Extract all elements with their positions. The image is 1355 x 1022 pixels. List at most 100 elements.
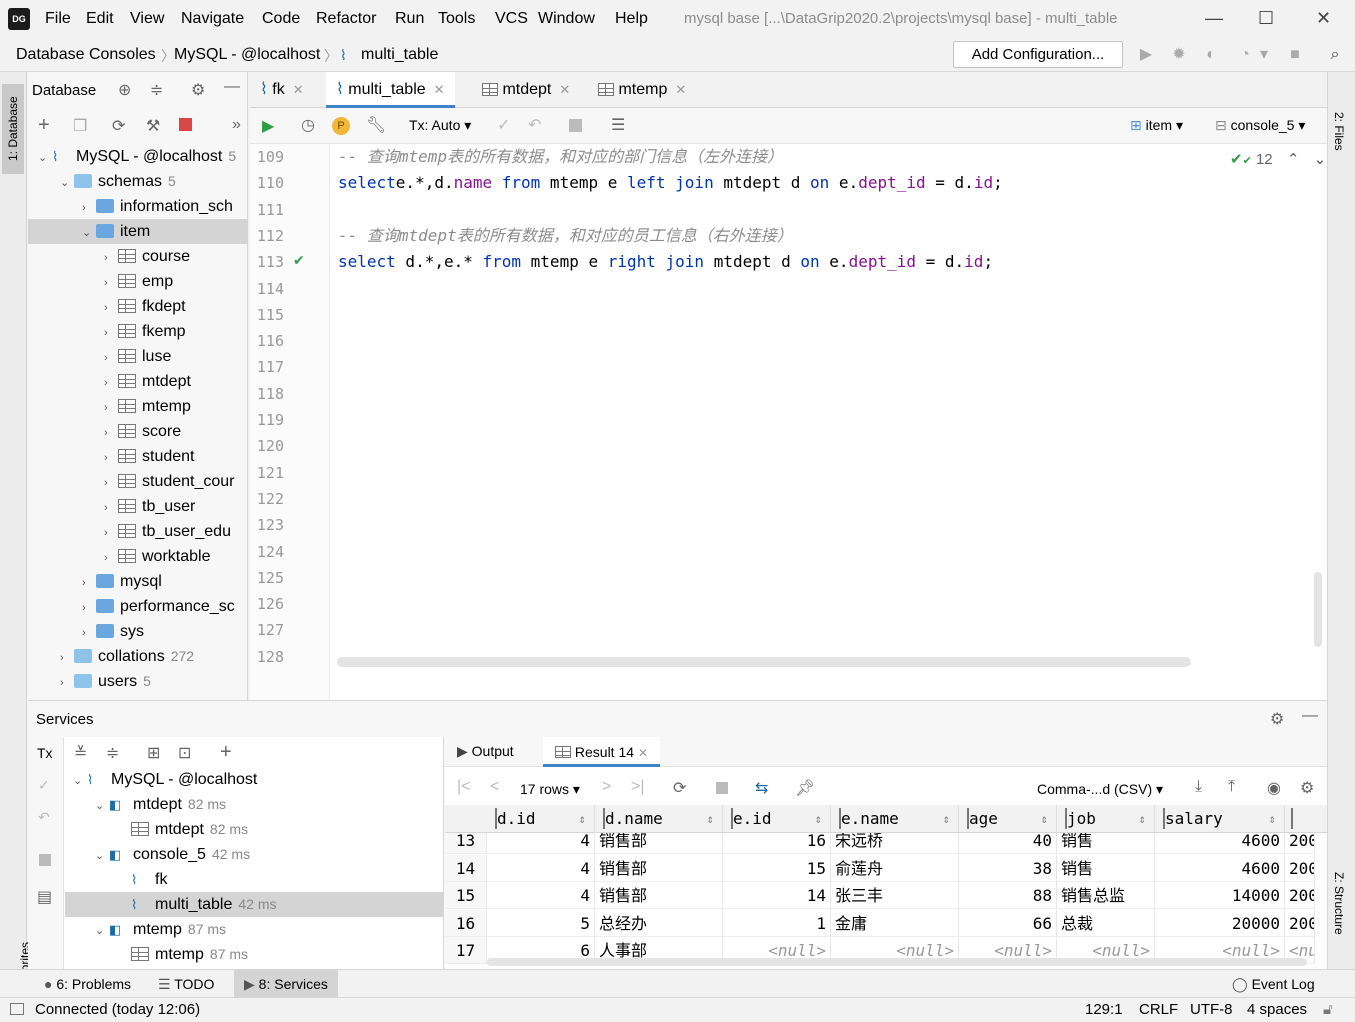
expand-arrow-icon[interactable]: ⌄ xyxy=(38,146,52,171)
table-cell[interactable]: 66 xyxy=(959,909,1057,937)
lock-icon[interactable]: 🔓︎ xyxy=(1323,1001,1333,1018)
coverage-icon[interactable]: ◐ xyxy=(1202,46,1220,64)
tree-item[interactable]: › users 5 xyxy=(28,669,248,694)
service-item[interactable]: ⌄ ◧ console_5 42 ms xyxy=(65,842,443,867)
console-selector[interactable]: ⊟ console_5 ▾ xyxy=(1215,117,1305,134)
table-cell[interactable]: 销售部 xyxy=(595,882,723,909)
table-cell[interactable]: 4 xyxy=(487,854,595,882)
copy-icon[interactable]: ❐ xyxy=(73,116,87,136)
column-header[interactable]: d.name ⇕ xyxy=(595,805,723,833)
table-cell[interactable]: 4600 xyxy=(1155,854,1285,882)
tree-item[interactable]: › worktable xyxy=(28,544,248,569)
expand-arrow-icon[interactable]: › xyxy=(82,596,96,621)
column-header[interactable]: e.name ⇕ xyxy=(831,805,959,833)
column-header[interactable]: e.id ⇕ xyxy=(723,805,831,833)
search-icon[interactable]: ⌕ xyxy=(1326,46,1344,64)
column-header[interactable]: age ⇕ xyxy=(959,805,1057,833)
database-tool-tab[interactable]: 1: Database xyxy=(2,84,24,174)
service-item[interactable]: ⌇ fk xyxy=(65,867,443,892)
add-configuration-button[interactable]: Add Configuration... xyxy=(953,41,1123,68)
profile-icon[interactable]: ◔ xyxy=(1236,46,1254,64)
last-page-icon[interactable]: >| xyxy=(631,778,645,796)
table-cell[interactable]: 1 xyxy=(723,909,831,937)
expand-arrow-icon[interactable]: › xyxy=(104,496,118,521)
tree-item[interactable]: › collations 272 xyxy=(28,644,248,669)
hide-panel-icon[interactable]: — xyxy=(224,78,240,96)
table-row[interactable]: 165总经办1金庸66总裁20000200 xyxy=(445,909,1327,937)
gear-icon[interactable]: ⚙ xyxy=(191,80,205,100)
service-item[interactable]: ⌄ ⌇ MySQL - @localhost xyxy=(65,767,443,792)
tab-output[interactable]: ▶ Output xyxy=(457,743,514,760)
commit-icon[interactable]: ✓ xyxy=(38,777,50,794)
sort-icon[interactable]: ⇕ xyxy=(1041,805,1048,833)
breadcrumb-console[interactable]: multi_table xyxy=(361,46,438,64)
breadcrumb-consoles[interactable]: Database Consoles xyxy=(16,46,156,64)
table-cell[interactable]: 俞莲舟 xyxy=(831,854,959,882)
menu-refactor[interactable]: Refactor xyxy=(316,10,376,28)
close-icon[interactable]: ✕ xyxy=(293,82,304,97)
menu-vcs[interactable]: VCS xyxy=(495,10,528,28)
tree-item[interactable]: › student_cour xyxy=(28,469,248,494)
table-cell[interactable]: 4 xyxy=(487,882,595,909)
expand-arrow-icon[interactable]: › xyxy=(104,396,118,421)
tree-item[interactable]: ⌄ ⌇ MySQL - @localhost 5 xyxy=(28,144,248,169)
layout-icon[interactable]: ▤ xyxy=(37,887,52,907)
table-cell[interactable]: 200 xyxy=(1285,909,1315,937)
table-cell[interactable]: 销售总监 xyxy=(1057,882,1155,909)
stop-icon[interactable] xyxy=(39,854,51,866)
expand-all-icon[interactable]: ≚ xyxy=(74,743,87,763)
table-cell[interactable]: 14000 xyxy=(1155,882,1285,909)
tx-icon[interactable]: Tx xyxy=(37,745,53,761)
execute-icon[interactable]: ▶ xyxy=(262,116,274,136)
expand-arrow-icon[interactable]: › xyxy=(60,646,74,671)
table-cell[interactable]: 38 xyxy=(959,854,1057,882)
sort-icon[interactable]: ⇕ xyxy=(579,805,586,833)
expand-arrow-icon[interactable]: › xyxy=(82,571,96,596)
menu-window[interactable]: Window xyxy=(538,10,595,28)
menu-run[interactable]: Run xyxy=(395,10,424,28)
menu-file[interactable]: File xyxy=(45,10,71,28)
expand-arrow-icon[interactable]: › xyxy=(104,546,118,571)
table-cell[interactable]: 5 xyxy=(487,909,595,937)
expand-arrow-icon[interactable]: › xyxy=(104,521,118,546)
rollback-icon[interactable]: ↶ xyxy=(528,115,541,135)
inspection-widget[interactable]: ✔✔ 12 ⌃ ⌄ xyxy=(1230,150,1326,168)
table-cell[interactable]: 88 xyxy=(959,882,1057,909)
column-header[interactable]: salary ⇕ xyxy=(1155,805,1285,833)
cancel-query-icon[interactable] xyxy=(569,119,582,132)
wrench-icon[interactable]: 🔧︎ xyxy=(366,115,386,135)
expand-arrow-icon[interactable]: › xyxy=(104,371,118,396)
menu-code[interactable]: Code xyxy=(262,10,300,28)
table-cell[interactable]: 200 xyxy=(1285,854,1315,882)
table-cell[interactable]: 张三丰 xyxy=(831,882,959,909)
expand-arrow-icon[interactable]: ⌄ xyxy=(60,171,74,196)
menu-help[interactable]: Help xyxy=(615,10,648,28)
target-icon[interactable]: ⊕ xyxy=(118,80,131,100)
structure-tool-tab[interactable]: Z: Structure xyxy=(1332,872,1346,935)
view-icon[interactable]: ◉ xyxy=(1267,778,1281,798)
expand-arrow-icon[interactable]: ⌄ xyxy=(73,769,87,794)
tree-item[interactable]: › course xyxy=(28,244,248,269)
commit-icon[interactable]: ✓ xyxy=(497,115,510,135)
tab-multi-table[interactable]: ⌇ multi_table ✕ xyxy=(326,72,455,108)
collapse-all-icon[interactable]: ≑ xyxy=(150,80,163,100)
menu-navigate[interactable]: Navigate xyxy=(181,10,244,28)
expand-arrow-icon[interactable]: › xyxy=(82,621,96,646)
stop-icon[interactable]: ■ xyxy=(1286,46,1304,64)
tree-item[interactable]: › student xyxy=(28,444,248,469)
expand-arrow-icon[interactable]: › xyxy=(60,671,74,696)
expand-arrow-icon[interactable]: › xyxy=(104,321,118,346)
sort-icon[interactable]: ⇕ xyxy=(815,805,822,833)
close-icon[interactable]: ✕ xyxy=(559,82,570,97)
next-page-icon[interactable]: > xyxy=(602,778,611,796)
tab-result[interactable]: Result 14 ✕ xyxy=(543,737,660,767)
column-header[interactable]: d.id ⇕ xyxy=(487,805,595,833)
expand-arrow-icon[interactable]: › xyxy=(82,196,96,221)
line-separator[interactable]: CRLF xyxy=(1139,1001,1178,1018)
breadcrumb-connection[interactable]: MySQL - @localhost xyxy=(174,46,320,64)
expand-arrow-icon[interactable]: › xyxy=(104,471,118,496)
tree-item[interactable]: › information_sch xyxy=(28,194,248,219)
rows-count-select[interactable]: 17 rows ▾ xyxy=(520,781,580,798)
tx-mode-select[interactable]: Tx: Auto ▾ xyxy=(409,117,471,134)
hide-panel-icon[interactable]: — xyxy=(1302,707,1318,725)
